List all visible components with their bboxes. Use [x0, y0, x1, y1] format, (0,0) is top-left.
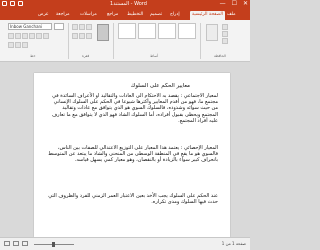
paragraph: لمعيار الاجتماعي : يقصد به الاحتكام الى …	[51, 93, 218, 124]
document-page[interactable]: معايير الحكم على السلوك لمعيار الاجتماعي…	[34, 73, 230, 237]
align-right-icon[interactable]	[86, 33, 92, 39]
style-heading1[interactable]	[158, 23, 176, 39]
minimize-button[interactable]: —	[220, 0, 226, 7]
align-left-icon[interactable]	[72, 33, 78, 39]
italic-icon[interactable]	[15, 33, 21, 39]
page-info: صفحة 1 من 1	[221, 241, 246, 246]
indent-icon[interactable]	[86, 24, 92, 30]
format-painter-icon[interactable]	[222, 38, 228, 44]
tab-review[interactable]: مراجعة	[56, 12, 70, 17]
text-effects-icon[interactable]	[8, 42, 14, 48]
view-buttons	[4, 241, 28, 246]
paragraph: عند الحكم على السلوك يجب الأخذ بعين الاع…	[48, 193, 218, 206]
superscript-icon[interactable]	[43, 33, 49, 39]
quick-access-toolbar	[2, 1, 23, 6]
paragraph-marks-button[interactable]	[97, 24, 109, 41]
bullets-icon[interactable]	[72, 24, 78, 30]
paragraph-buttons-row2	[72, 33, 92, 39]
close-button[interactable]: ✕	[243, 0, 248, 7]
copy-icon[interactable]	[222, 31, 228, 37]
tab-layout[interactable]: التخطيط	[127, 12, 143, 17]
tab-view[interactable]: عرض	[38, 12, 49, 17]
maximize-button[interactable]: ☐	[232, 0, 237, 7]
ribbon: Inbow Ganchani الحافظة خط فقرة أنماط	[0, 20, 250, 62]
paste-button[interactable]	[206, 24, 218, 41]
undo-icon[interactable]	[10, 1, 15, 6]
subscript-icon[interactable]	[36, 33, 42, 39]
tab-home[interactable]: الصفحة الرئيسية	[190, 11, 226, 20]
group-label-font: خط	[30, 54, 36, 58]
group-divider	[113, 23, 114, 59]
ribbon-tabs: ملف الصفحة الرئيسية إدراج تصميم التخطيط …	[0, 10, 250, 20]
window-title: المستند1 - Word	[110, 1, 147, 7]
tab-design[interactable]: تصميم	[150, 12, 162, 17]
underline-icon[interactable]	[22, 33, 28, 39]
style-heading2[interactable]	[178, 23, 196, 39]
save-icon[interactable]	[2, 1, 7, 6]
group-divider	[68, 23, 69, 59]
web-layout-icon[interactable]	[22, 241, 28, 246]
align-center-icon[interactable]	[79, 33, 85, 39]
style-no-spacing[interactable]	[138, 23, 156, 39]
tab-insert[interactable]: إدراج	[170, 12, 180, 17]
document-workspace: معايير الحكم على السلوك لمعيار الاجتماعي…	[0, 63, 250, 237]
group-label-clipboard: الحافظة	[214, 54, 226, 58]
tab-file[interactable]: ملف	[227, 12, 236, 17]
font-color-buttons	[8, 42, 28, 48]
group-divider	[200, 23, 201, 59]
cut-icon[interactable]	[222, 24, 228, 30]
highlight-icon[interactable]	[15, 42, 21, 48]
bold-icon[interactable]	[8, 33, 14, 39]
clipboard-buttons	[222, 24, 228, 44]
document-heading: معايير الحكم على السلوك	[130, 83, 190, 89]
tab-mailings[interactable]: مراسلات	[80, 12, 97, 17]
strikethrough-icon[interactable]	[29, 33, 35, 39]
status-bar: صفحة 1 من 1	[0, 237, 250, 250]
font-size-box[interactable]	[54, 23, 64, 30]
tab-references[interactable]: مراجع	[107, 12, 118, 17]
redo-icon[interactable]	[18, 1, 23, 6]
title-bar: المستند1 - Word — ☐ ✕	[0, 0, 250, 10]
print-layout-icon[interactable]	[13, 241, 19, 246]
font-format-buttons	[8, 33, 49, 39]
paragraph: المعيار الإحصائي : يعتمد هذا المعيار على…	[48, 145, 218, 164]
font-color-icon[interactable]	[22, 42, 28, 48]
group-label-paragraph: فقرة	[82, 54, 90, 58]
window-controls: — ☐ ✕	[220, 0, 248, 7]
zoom-slider-handle[interactable]	[52, 242, 55, 247]
read-mode-icon[interactable]	[4, 241, 10, 246]
style-normal[interactable]	[118, 23, 136, 39]
font-name-box[interactable]: Inbow Ganchani	[8, 23, 52, 30]
paragraph-buttons-row1	[72, 24, 92, 30]
numbering-icon[interactable]	[79, 24, 85, 30]
group-label-styles: أنماط	[150, 54, 159, 58]
